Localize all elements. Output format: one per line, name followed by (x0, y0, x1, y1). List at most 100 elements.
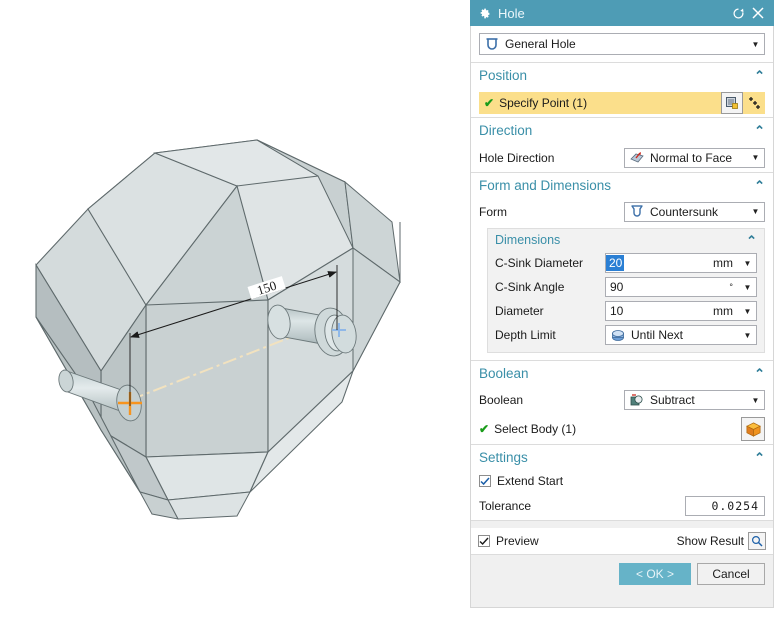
3d-viewport[interactable]: 150 (0, 0, 470, 622)
specify-point-label: Specify Point (1) (499, 95, 588, 110)
chevron-up-icon[interactable]: ⌃ (754, 179, 765, 192)
specify-point-row: ✔ Specify Point (1) (479, 88, 765, 117)
preview-label: Preview (496, 534, 539, 548)
direction-section-header[interactable]: Direction ⌃ (479, 118, 765, 143)
form-and-dimensions-section: Form and Dimensions ⌃ Form Countersunk ▼… (471, 173, 773, 361)
diameter-unit: mm (713, 304, 733, 318)
csink-angle-unit: ° (729, 282, 733, 292)
csink-angle-label: C-Sink Angle (495, 280, 565, 294)
dimensions-subgroup: Dimensions ⌃ C-Sink Diameter 20 mm ▼ C-S… (487, 228, 765, 353)
chevron-up-icon[interactable]: ⌃ (754, 69, 765, 82)
sketch-point-icon[interactable] (743, 91, 765, 114)
hole-type-value: General Hole (505, 37, 576, 51)
specify-point-selection[interactable]: ✔ Specify Point (1) (479, 91, 721, 114)
until-next-icon (610, 328, 626, 342)
dimensions-heading: Dimensions (495, 233, 561, 247)
hole-direction-value: Normal to Face (650, 150, 733, 165)
form-value: Countersunk (650, 204, 719, 219)
csink-angle-field[interactable]: 90 ° ▼ (605, 277, 757, 297)
select-body-label[interactable]: Select Body (1) (494, 422, 576, 436)
chevron-down-icon[interactable]: ▼ (739, 307, 756, 316)
form-label: Form (479, 204, 507, 219)
form-combo[interactable]: Countersunk ▼ (624, 201, 765, 222)
tolerance-row: Tolerance 0.0254 (479, 492, 765, 520)
tolerance-value: 0.0254 (711, 499, 759, 513)
ok-button[interactable]: < OK > (619, 563, 691, 585)
chevron-up-icon[interactable]: ⌃ (754, 124, 765, 137)
diameter-row: Diameter 10 mm ▼ (495, 299, 757, 323)
reset-icon[interactable] (728, 3, 748, 23)
chevron-down-icon[interactable]: ▼ (747, 396, 764, 405)
csink-angle-value[interactable]: 90 (606, 280, 623, 294)
dialog-titlebar: Hole (470, 0, 774, 26)
chevron-down-icon[interactable]: ▼ (739, 259, 756, 268)
body-cube-icon[interactable] (741, 417, 765, 441)
csink-diameter-field[interactable]: 20 mm ▼ (605, 253, 757, 273)
chevron-up-icon[interactable]: ⌃ (754, 367, 765, 380)
hole-type-combo[interactable]: General Hole ▼ (479, 33, 765, 55)
hole-type-icon (484, 37, 500, 51)
csink-diameter-value[interactable]: 20 (606, 255, 625, 271)
extend-start-checkbox[interactable] (479, 475, 491, 487)
select-body-row: ✔ Select Body (1) (479, 414, 765, 444)
green-check-icon: ✔ (479, 422, 490, 436)
chevron-down-icon[interactable]: ▼ (739, 331, 756, 340)
checkmark-icon (479, 537, 489, 545)
chevron-down-icon[interactable]: ▼ (747, 40, 764, 49)
chevron-up-icon[interactable]: ⌃ (746, 234, 757, 247)
gear-icon (478, 7, 491, 20)
depth-limit-row: Depth Limit Until Next ▼ (495, 323, 757, 347)
close-icon[interactable] (748, 3, 768, 23)
position-section: Position ⌃ ✔ Specify Point (1) (471, 63, 773, 118)
csink-angle-row: C-Sink Angle 90 ° ▼ (495, 275, 757, 299)
settings-heading: Settings (479, 450, 528, 465)
boolean-label: Boolean (479, 393, 524, 407)
extend-start-row: Extend Start (479, 470, 765, 492)
position-section-header[interactable]: Position ⌃ (479, 63, 765, 88)
position-heading: Position (479, 68, 528, 83)
chevron-up-icon[interactable]: ⌃ (754, 451, 765, 464)
show-result-label: Show Result (676, 534, 744, 548)
chevron-down-icon[interactable]: ▼ (739, 283, 756, 292)
chevron-down-icon[interactable]: ▼ (747, 207, 764, 216)
form-section-header[interactable]: Form and Dimensions ⌃ (479, 173, 765, 198)
dialog-title: Hole (498, 5, 525, 21)
depth-limit-label: Depth Limit (495, 328, 556, 342)
green-check-icon: ✔ (484, 95, 495, 110)
depth-limit-value: Until Next (631, 328, 684, 342)
dialog-body: General Hole ▼ Position ⌃ ✔ Specify Poin… (470, 26, 774, 608)
boolean-section: Boolean ⌃ Boolean Subtract ▼ ✔ Select Bo… (471, 361, 773, 445)
magnifier-icon[interactable] (748, 532, 766, 550)
model-graphics: 150 (35, 139, 401, 520)
direction-heading: Direction (479, 123, 533, 138)
form-row: Form Countersunk ▼ (479, 198, 765, 225)
diameter-field[interactable]: 10 mm ▼ (605, 301, 757, 321)
tolerance-field[interactable]: 0.0254 (685, 496, 765, 516)
diameter-value[interactable]: 10 (606, 304, 623, 318)
hole-dialog: Hole General Hole ▼ Position ⌃ ✔ Specify… (470, 0, 774, 608)
preview-row: Preview Show Result (471, 528, 773, 555)
boolean-value: Subtract (650, 393, 695, 407)
preview-checkbox[interactable] (478, 535, 490, 547)
direction-section: Direction ⌃ Hole Direction Normal to Fac… (471, 118, 773, 173)
boolean-heading: Boolean (479, 366, 529, 381)
hole-direction-combo[interactable]: Normal to Face ▼ (624, 147, 765, 168)
form-heading: Form and Dimensions (479, 178, 612, 193)
depth-limit-combo[interactable]: Until Next ▼ (605, 325, 757, 345)
dimensions-subgroup-header[interactable]: Dimensions ⌃ (495, 229, 757, 251)
settings-section-header[interactable]: Settings ⌃ (479, 445, 765, 470)
app-root: 150 Hole General Hole ▼ Position ⌃ ✔ Spe… (0, 0, 774, 622)
tolerance-label: Tolerance (479, 499, 532, 513)
diameter-label: Diameter (495, 304, 544, 318)
cancel-button[interactable]: Cancel (697, 563, 765, 585)
boolean-section-header[interactable]: Boolean ⌃ (479, 361, 765, 386)
csink-diameter-row: C-Sink Diameter 20 mm ▼ (495, 251, 757, 275)
normal-to-face-icon (629, 151, 645, 165)
csink-diameter-unit: mm (713, 256, 733, 270)
section-gap (471, 521, 773, 528)
chevron-down-icon[interactable]: ▼ (747, 153, 764, 162)
dialog-action-buttons: < OK > Cancel (471, 555, 773, 585)
boolean-combo[interactable]: Subtract ▼ (624, 390, 765, 410)
subtract-icon (629, 393, 645, 407)
point-dialog-icon[interactable] (721, 91, 743, 114)
